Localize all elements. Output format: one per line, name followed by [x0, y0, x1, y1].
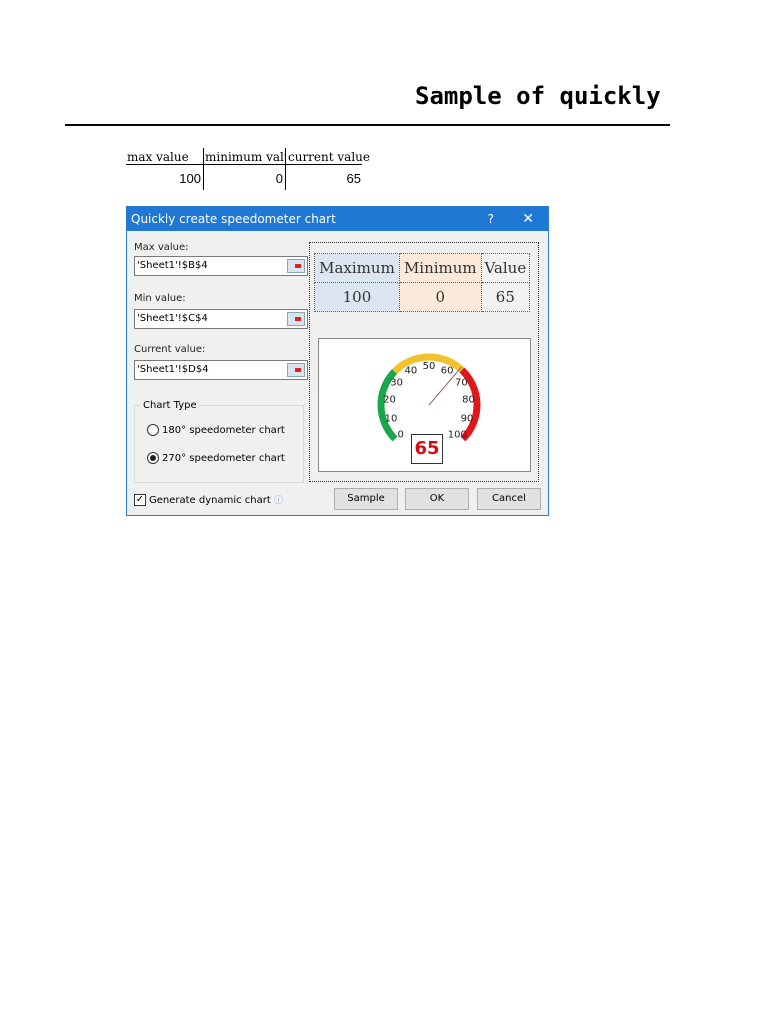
header-current: current value [288, 150, 370, 164]
min-label: Min value: [134, 293, 186, 304]
dialog-title: Quickly create speedometer chart [131, 212, 336, 226]
radio-180[interactable]: 180° speedometer chart [147, 424, 285, 436]
range-select-icon[interactable] [287, 259, 305, 273]
gauge-tick-label: 90 [461, 413, 474, 424]
preview-cell: 65 [480, 282, 531, 312]
gauge-tick-label: 30 [390, 377, 403, 388]
min-value-text: 'Sheet1'!$C$4 [137, 313, 208, 324]
gauge-tick-label: 80 [462, 395, 475, 406]
radio-270[interactable]: 270° speedometer chart [147, 452, 285, 464]
cancel-button[interactable]: Cancel [477, 488, 541, 510]
preview-panel: Maximum Minimum Value 100 0 65 0 10 20 30 40 50 60… [309, 242, 539, 482]
gauge-tick-label: 40 [404, 365, 417, 376]
radio-270-label: 270° speedometer chart [162, 453, 285, 464]
radio-selected-icon[interactable] [147, 452, 159, 464]
chart-type-group: Chart Type 180° speedometer chart 270° s… [134, 400, 304, 483]
page-title: Sample of quickly [415, 82, 661, 110]
chart-type-label: Chart Type [141, 400, 199, 411]
current-label: Current value: [134, 344, 206, 355]
range-select-icon[interactable] [287, 363, 305, 377]
min-value-input[interactable]: 'Sheet1'!$C$4 [134, 309, 308, 329]
header-min: minimum value [205, 150, 285, 164]
cell-max[interactable]: 100 [130, 171, 201, 186]
dialog-titlebar: Quickly create speedometer chart ? ✕ [127, 207, 548, 231]
header-max: max value [127, 150, 189, 164]
speedometer-dialog: Quickly create speedometer chart ? ✕ Max… [126, 206, 549, 516]
preview-cell: 0 [398, 282, 482, 312]
header-underline [126, 164, 362, 165]
cell-border [203, 148, 204, 190]
info-icon[interactable]: ⓘ [274, 496, 283, 506]
gauge-tick-label: 100 [448, 429, 467, 440]
max-value-input[interactable]: 'Sheet1'!$B$4 [134, 256, 308, 276]
sample-button[interactable]: Sample [334, 488, 398, 510]
preview-header: Maximum [314, 253, 400, 283]
radio-icon[interactable] [147, 424, 159, 436]
preview-header: Value [480, 253, 531, 283]
gauge-tick-label: 20 [383, 395, 396, 406]
dynamic-chart-checkbox[interactable]: ✓ Generate dynamic chart ⓘ [134, 493, 283, 506]
max-value-text: 'Sheet1'!$B$4 [137, 260, 208, 271]
gauge-tick-label: 70 [455, 377, 468, 388]
gauge-value-label: 65 [411, 434, 443, 464]
gauge-tick-label: 10 [385, 413, 398, 424]
current-value-input[interactable]: 'Sheet1'!$D$4 [134, 360, 308, 380]
gauge-preview: 0 10 20 30 40 50 60 70 80 90 100 65 [318, 338, 531, 472]
cell-current[interactable]: 65 [288, 171, 361, 186]
preview-cell: 100 [314, 282, 400, 312]
preview-table: Maximum Minimum Value 100 0 65 [314, 253, 531, 312]
preview-header: Minimum [398, 253, 482, 283]
range-select-icon[interactable] [287, 312, 305, 326]
max-label: Max value: [134, 242, 189, 253]
help-button[interactable]: ? [488, 207, 494, 231]
ok-button[interactable]: OK [405, 488, 469, 510]
gauge-tick-label: 60 [441, 365, 454, 376]
current-value-text: 'Sheet1'!$D$4 [137, 364, 209, 375]
cell-border [285, 148, 286, 190]
gauge-tick-label: 50 [423, 361, 436, 372]
title-rule [65, 124, 670, 126]
radio-180-label: 180° speedometer chart [162, 425, 285, 436]
cell-min[interactable]: 0 [205, 171, 283, 186]
close-button[interactable]: ✕ [522, 207, 534, 231]
dynamic-chart-label: Generate dynamic chart [149, 495, 271, 506]
checkbox-checked-icon[interactable]: ✓ [134, 494, 146, 506]
gauge-tick-label: 0 [398, 429, 404, 440]
